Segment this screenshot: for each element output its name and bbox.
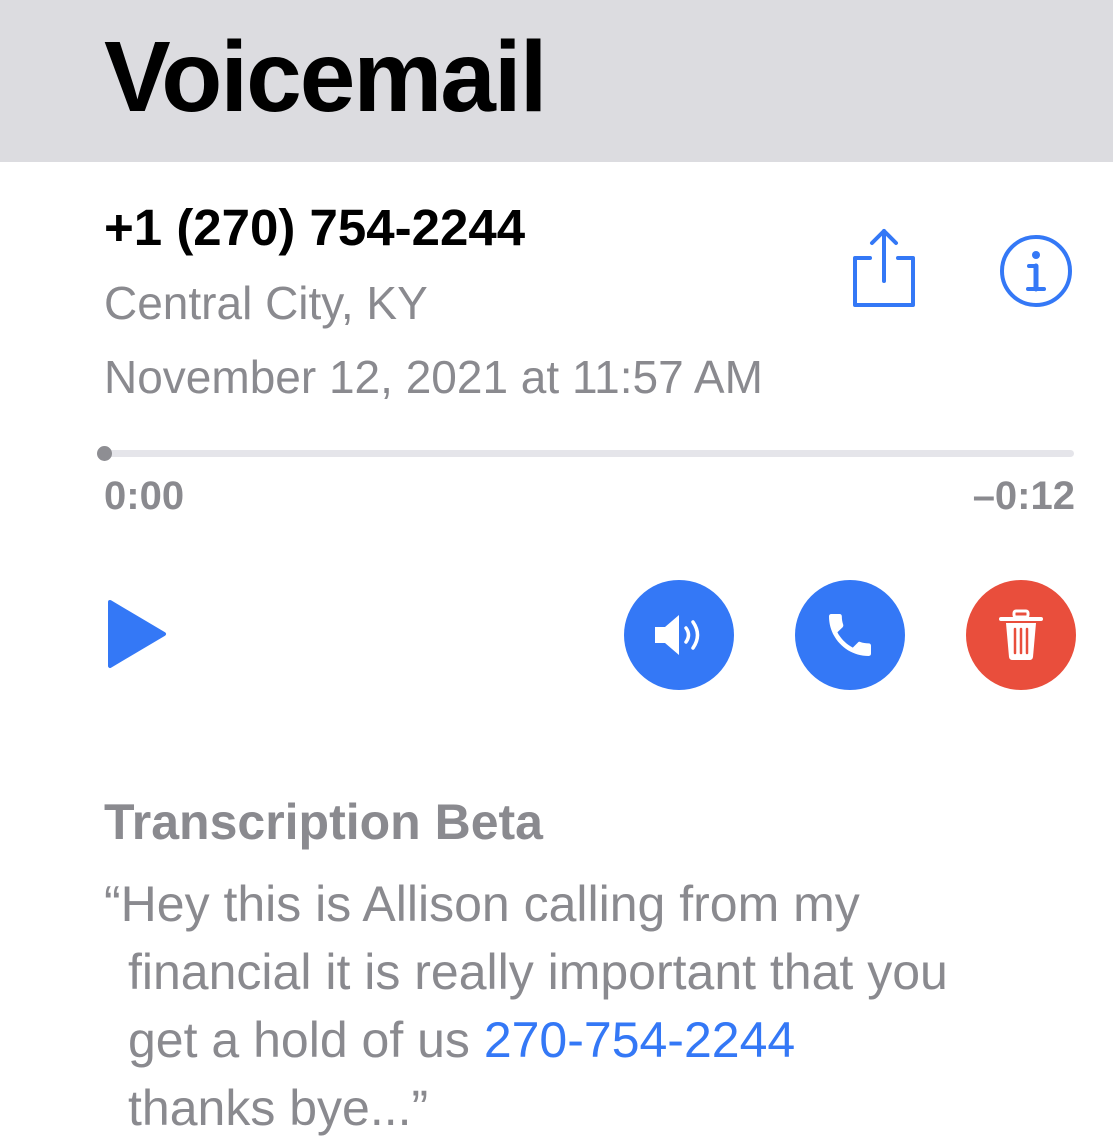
transcription-line: “Hey this is Allison calling from my xyxy=(104,876,860,932)
remaining-time: –0:12 xyxy=(972,474,1075,518)
transcription-line: thanks bye...” xyxy=(128,1080,429,1136)
playback-scrubber[interactable] xyxy=(97,446,1074,461)
info-button[interactable] xyxy=(998,233,1074,309)
transcription-line-text: get a hold of us xyxy=(128,1012,484,1068)
scrubber-track xyxy=(104,450,1074,457)
speaker-icon xyxy=(655,615,700,655)
header-bar: Voicemail xyxy=(0,0,1113,162)
page-title: Voicemail xyxy=(104,21,547,133)
transcription-phone-link[interactable]: 270-754-2244 xyxy=(484,1012,795,1068)
delete-button[interactable] xyxy=(966,580,1076,690)
scrubber-knob[interactable] xyxy=(97,446,112,461)
share-icon xyxy=(853,229,915,307)
transcription-text: “Hey this is Allison calling from my fin… xyxy=(104,870,1094,1142)
caller-number: +1 (270) 754-2244 xyxy=(104,199,526,256)
transcription-line: get a hold of us 270-754-2244 xyxy=(104,1006,1094,1074)
share-button[interactable] xyxy=(845,225,925,315)
call-back-button[interactable] xyxy=(795,580,905,690)
caller-location: Central City, KY xyxy=(104,277,428,329)
play-button[interactable] xyxy=(104,596,170,672)
trash-icon xyxy=(999,609,1043,660)
speaker-button[interactable] xyxy=(624,580,734,690)
phone-icon xyxy=(829,614,871,656)
transcription-heading: Transcription Beta xyxy=(104,794,543,850)
voicemail-date: November 12, 2021 at 11:57 AM xyxy=(104,351,763,403)
play-icon xyxy=(108,600,166,668)
elapsed-time: 0:00 xyxy=(104,474,185,518)
info-icon xyxy=(1000,235,1072,307)
transcription-line: financial it is really important that yo… xyxy=(128,944,948,1000)
